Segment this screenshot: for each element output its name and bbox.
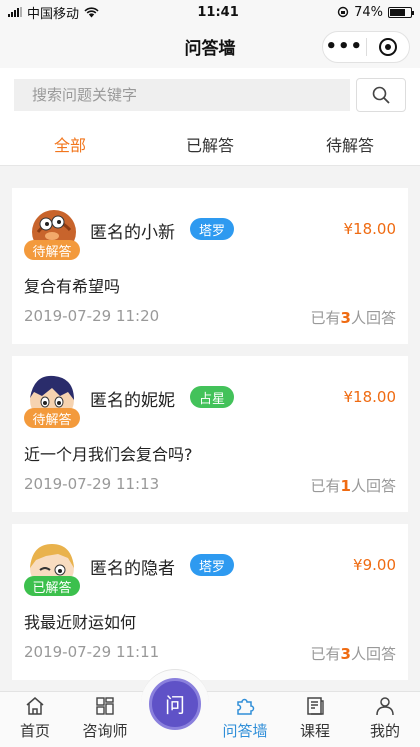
target-icon [378,38,397,56]
tab-all[interactable]: 全部 [0,122,140,165]
search-icon [372,86,390,104]
question-text: 我最近财运如何 [24,613,137,632]
tab-pending[interactable]: 待解答 [280,122,420,165]
battery-icon [388,6,414,18]
tabbar-home[interactable]: 首页 [0,692,70,747]
question-text: 近一个月我们会复合吗? [24,445,193,464]
tab-answered[interactable]: 已解答 [140,122,280,165]
user-name: 匿名的妮妮 [90,391,175,411]
card-header: 已解答 匿名的隐者 塔罗 ¥9.00 [24,524,396,610]
tabbar-qa-wall[interactable]: 问答墙 [210,692,280,747]
book-icon [307,697,324,715]
price: ¥9.00 [353,556,396,574]
tabbar-courses[interactable]: 课程 [280,692,350,747]
carrier-label: 中国移动 [27,6,80,22]
search-row [0,68,420,122]
status-left: 中国移动 [8,3,99,22]
bottom-tab-bar: 首页 咨询师 问答墙 课程 我的 [0,691,420,747]
post-time: 2019-07-29 11:13 [24,475,160,493]
lock-rotation-icon [337,6,349,18]
question-card[interactable]: 待解答 匿名的妮妮 占星 ¥18.00 近一个月我们会复合吗? 2019-07-… [12,356,408,512]
card-footer: 2019-07-29 11:13 已有1人回答 [24,475,396,496]
wifi-icon [84,6,99,17]
home-icon [26,697,44,715]
status-bar: 中国移动 11:41 74% [0,0,420,24]
tabbar-mine[interactable]: 我的 [350,692,420,747]
clock: 11:41 [197,4,239,20]
tabbar-consultant[interactable]: 咨询师 [70,692,140,747]
status-right: 74% [337,4,414,20]
card-footer: 2019-07-29 11:20 已有3人回答 [24,307,396,328]
puzzle-icon [237,698,255,715]
battery-percent: 74% [354,4,383,20]
answer-count: 已有3人回答 [310,309,396,327]
user-name: 匿名的隐者 [90,559,175,579]
ask-button-ring: 问 [141,669,209,737]
status-badge: 待解答 [24,240,80,260]
answer-count: 已有1人回答 [310,477,396,495]
user-name: 匿名的小新 [90,223,175,243]
price: ¥18.00 [343,388,397,406]
post-time: 2019-07-29 11:11 [24,643,160,661]
question-text: 复合有希望吗 [24,277,121,296]
category-badge: 塔罗 [190,554,235,576]
question-card[interactable]: 已解答 匿名的隐者 塔罗 ¥9.00 我最近财运如何 2019-07-29 11… [12,524,408,680]
status-badge: 待解答 [24,408,80,428]
search-input[interactable] [14,79,350,111]
miniprogram-capsule: ••• [322,31,410,63]
more-dots-icon: ••• [325,36,363,57]
tabbar-home-label: 首页 [19,722,50,740]
status-badge: 已解答 [24,576,80,596]
tabbar-consultant-label: 咨询师 [82,722,128,740]
ask-button-label: 问 [149,677,201,730]
more-button[interactable]: ••• [323,32,366,62]
question-card[interactable]: 待解答 匿名的小新 塔罗 ¥18.00 复合有希望吗 2019-07-29 11… [12,188,408,344]
answer-count: 已有3人回答 [310,645,396,663]
card-header: 待解答 匿名的小新 塔罗 ¥18.00 [24,188,396,274]
filter-tabs: 全部 已解答 待解答 [0,122,420,166]
card-header: 待解答 匿名的妮妮 占星 ¥18.00 [24,356,396,442]
search-button[interactable] [356,78,406,112]
page-title: 问答墙 [184,38,236,59]
grid-icon [96,697,114,715]
post-time: 2019-07-29 11:20 [24,307,160,325]
nav-bar: 问答墙 ••• [0,24,420,68]
category-badge: 塔罗 [190,218,235,240]
ask-question-button[interactable]: 问 [140,669,210,747]
question-list: 待解答 匿名的小新 塔罗 ¥18.00 复合有希望吗 2019-07-29 11… [0,178,420,691]
category-badge: 占星 [190,386,235,408]
close-miniprogram-button[interactable] [367,32,410,62]
price: ¥18.00 [343,220,397,238]
tabbar-courses-label: 课程 [299,722,330,740]
tabbar-qa-wall-label: 问答墙 [222,722,268,740]
user-icon [376,697,394,716]
tabbar-mine-label: 我的 [369,722,400,740]
signal-icon [8,7,22,17]
card-footer: 2019-07-29 11:11 已有3人回答 [24,643,396,664]
